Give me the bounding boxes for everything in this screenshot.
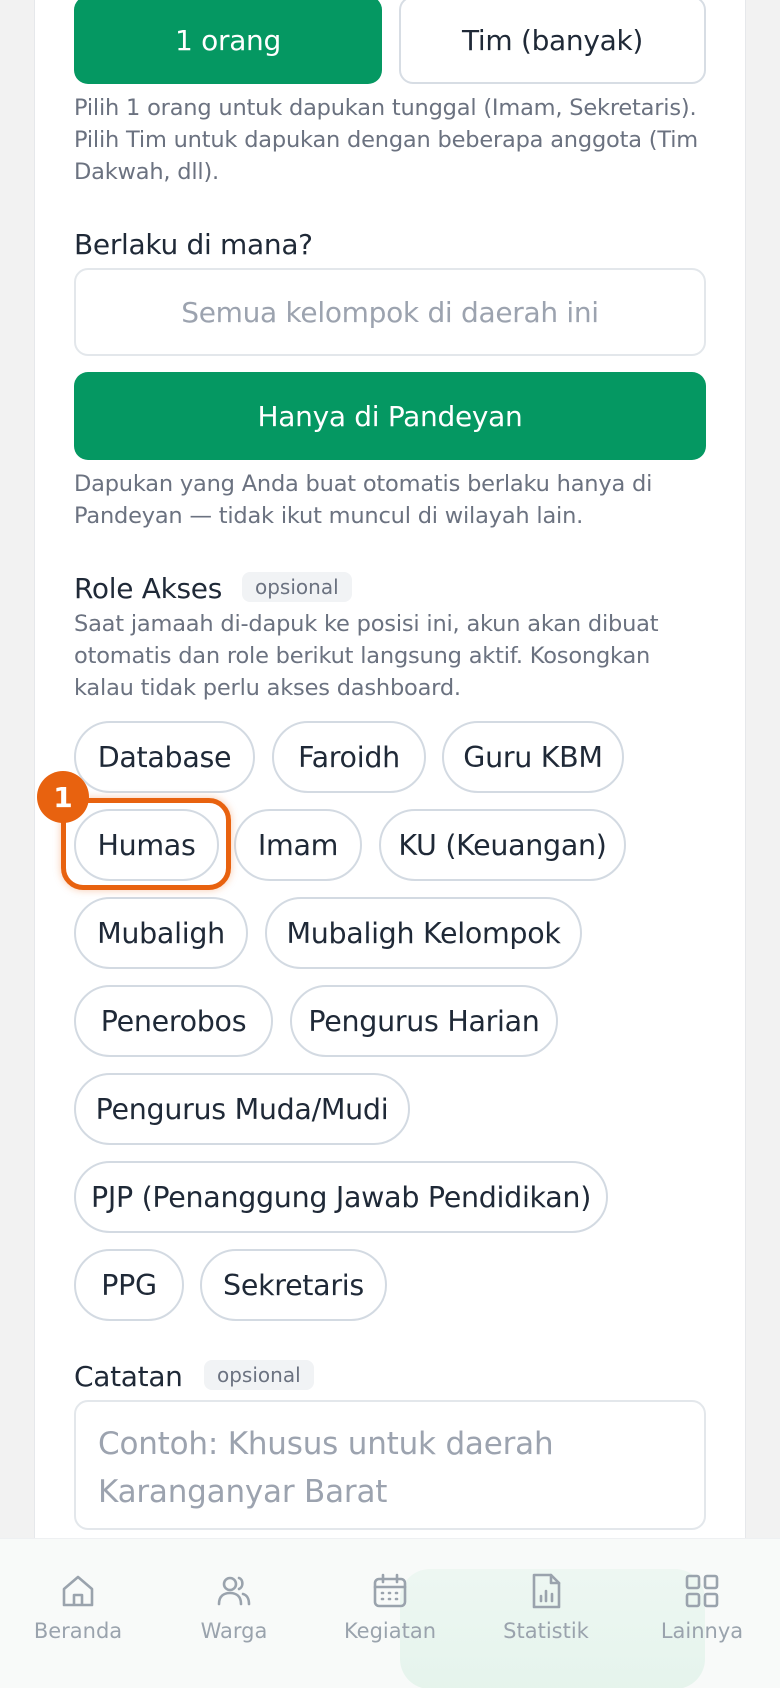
grid-icon bbox=[685, 1574, 719, 1608]
scope-all-groups-option[interactable]: Semua kelompok di daerah ini bbox=[74, 268, 706, 356]
nav-label-statistik: Statistik bbox=[503, 1619, 589, 1643]
role-chip-ku-keuangan[interactable]: KU (Keuangan) bbox=[379, 809, 626, 881]
nav-item-statistik[interactable]: Statistik bbox=[481, 1571, 611, 1661]
role-chip-humas[interactable]: Humas bbox=[74, 809, 219, 881]
role-chip-penerobos[interactable]: Penerobos bbox=[74, 985, 273, 1057]
calendar-icon bbox=[373, 1573, 407, 1608]
users-icon bbox=[217, 1576, 251, 1606]
roles-label: Role Akses bbox=[74, 572, 223, 605]
role-chip-faroidh[interactable]: Faroidh bbox=[272, 721, 426, 793]
notes-label: Catatan bbox=[74, 1360, 183, 1393]
role-chip-ppg[interactable]: PPG bbox=[74, 1249, 184, 1321]
step-number-badge: 1 bbox=[37, 771, 89, 823]
nav-label-beranda: Beranda bbox=[33, 1619, 123, 1643]
mode-team-button[interactable]: Tim (banyak) bbox=[399, 0, 706, 84]
nav-item-beranda[interactable]: Beranda bbox=[13, 1571, 143, 1661]
nav-item-kegiatan[interactable]: Kegiatan bbox=[325, 1571, 455, 1661]
role-chip-mubaligh-kelompok[interactable]: Mubaligh Kelompok bbox=[265, 897, 582, 969]
nav-item-lainnya[interactable]: Lainnya bbox=[637, 1571, 767, 1661]
role-chip-pengurus-muda-mudi[interactable]: Pengurus Muda/Mudi bbox=[74, 1073, 410, 1145]
role-chip-sekretaris[interactable]: Sekretaris bbox=[200, 1249, 387, 1321]
roles-optional-badge: opsional bbox=[242, 572, 352, 602]
mode-single-button[interactable]: 1 orang bbox=[74, 0, 382, 84]
mode-help-text: Pilih 1 orang untuk dapukan tunggal (Ima… bbox=[74, 95, 698, 185]
nav-label-lainnya: Lainnya bbox=[660, 1619, 744, 1643]
role-chip-pengurus-harian[interactable]: Pengurus Harian bbox=[290, 985, 558, 1057]
notes-optional-badge: opsional bbox=[204, 1360, 314, 1390]
role-chip-imam[interactable]: Imam bbox=[234, 809, 362, 881]
scope-label: Berlaku di mana? bbox=[74, 228, 313, 261]
role-chip-mubaligh[interactable]: Mubaligh bbox=[74, 897, 248, 969]
roles-help-text: Saat jamaah di-dapuk ke posisi ini, akun… bbox=[74, 611, 659, 701]
chart-icon bbox=[532, 1573, 561, 1609]
role-chip-database[interactable]: Database bbox=[74, 721, 255, 793]
notes-textarea[interactable]: Contoh: Khusus untuk daerah Karanganyar … bbox=[74, 1400, 706, 1530]
scope-help-text: Dapukan yang Anda buat otomatis berlaku … bbox=[74, 471, 653, 529]
nav-label-kegiatan: Kegiatan bbox=[343, 1619, 437, 1643]
nav-item-warga[interactable]: Warga bbox=[169, 1571, 299, 1661]
scope-only-here-option[interactable]: Hanya di Pandeyan bbox=[74, 372, 706, 460]
role-chip-guru-kbm[interactable]: Guru KBM bbox=[442, 721, 624, 793]
role-chip-pjp[interactable]: PJP (Penanggung Jawab Pendidikan) bbox=[74, 1161, 608, 1233]
nav-label-warga: Warga bbox=[200, 1619, 268, 1643]
home-icon bbox=[62, 1575, 94, 1607]
bottom-nav: Beranda Warga Kegiatan Statistik Lainnya bbox=[0, 1538, 780, 1688]
